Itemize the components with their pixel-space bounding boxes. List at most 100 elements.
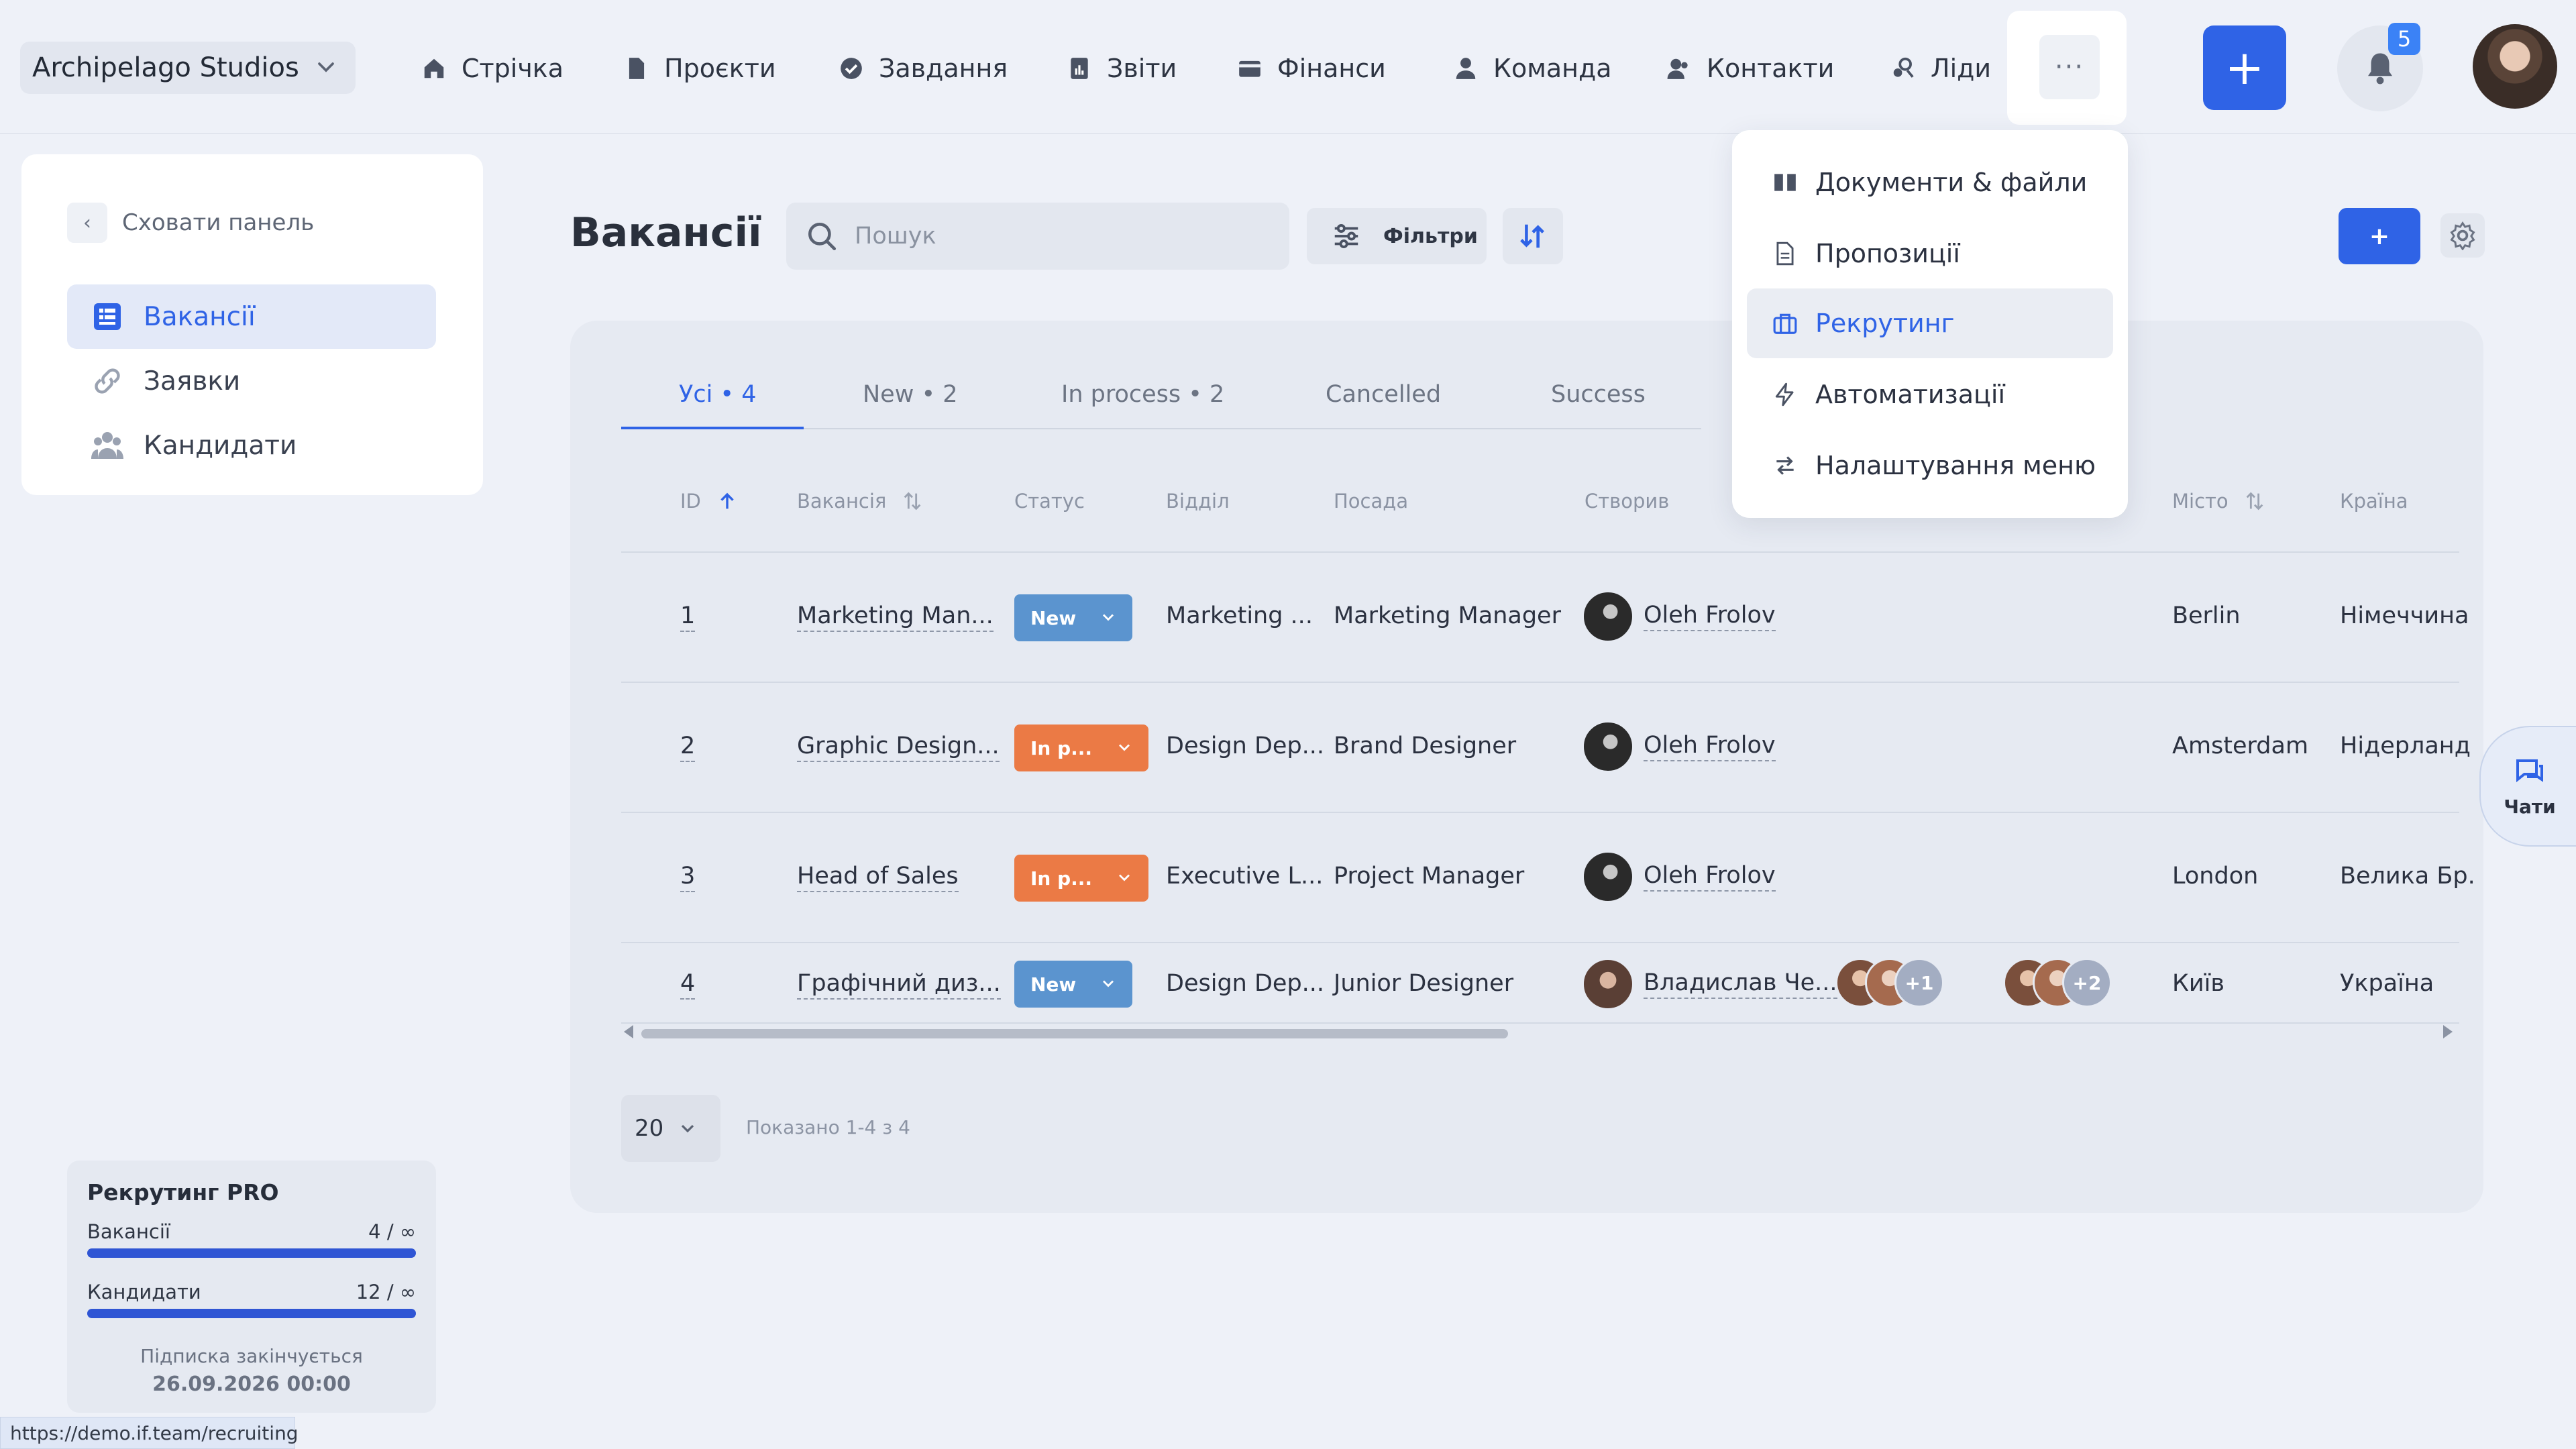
cell-position: Project Manager [1334, 863, 1525, 890]
nav-leads[interactable]: Ліди [1890, 48, 1991, 89]
column-label: Статус [1014, 490, 1085, 513]
cell-vacancy[interactable]: Графічний диз... [797, 970, 1001, 1000]
column-header-city[interactable]: Місто [2172, 490, 2266, 513]
creator-avatar [1582, 851, 1634, 903]
chevron-down-icon [318, 62, 334, 72]
table-divider [621, 551, 2459, 553]
cell-creator[interactable]: Oleh Frolov [1582, 590, 1776, 643]
add-vacancy-button[interactable]: + [2339, 208, 2420, 264]
page-size-value: 20 [635, 1115, 664, 1142]
cell-department: Executive L... [1166, 863, 1324, 890]
status-dropdown[interactable]: In p... [1014, 855, 1148, 902]
menu-item-automations[interactable]: Автоматизації [1747, 360, 2113, 429]
table-settings-button[interactable] [2440, 213, 2485, 258]
tab-new[interactable]: New • 2 [863, 381, 958, 408]
active-tab-indicator [621, 427, 804, 429]
status-dropdown[interactable]: New [1014, 961, 1132, 1008]
home-icon [424, 58, 444, 78]
scroll-right-icon[interactable] [2443, 1025, 2453, 1038]
cell-creator[interactable]: Oleh Frolov [1582, 851, 1776, 903]
menu-item-menu-settings[interactable]: Налаштування меню [1747, 431, 2113, 500]
cell-city: Amsterdam [2172, 733, 2309, 759]
company-switcher[interactable]: Archipelago Studios [20, 42, 356, 94]
tab-in-process[interactable]: In process • 2 [1061, 381, 1224, 408]
column-header-country[interactable]: Країна [2340, 490, 2408, 513]
column-header-department[interactable]: Відділ [1166, 490, 1230, 513]
cell-creator[interactable]: Oleh Frolov [1582, 720, 1776, 773]
gear-icon [2450, 221, 2475, 250]
search-box[interactable] [786, 203, 1289, 270]
scroll-left-icon[interactable] [624, 1025, 633, 1038]
nav-label: Проєкти [664, 54, 776, 83]
chats-button[interactable]: Чати [2479, 726, 2576, 847]
cell-vacancy[interactable]: Marketing Man... [797, 602, 994, 632]
nav-contacts[interactable]: Контакти [1666, 48, 1834, 89]
chevron-down-icon [1103, 980, 1114, 987]
column-label: Країна [2340, 490, 2408, 513]
status-label: New [1030, 606, 1077, 629]
column-header-id[interactable]: ID [680, 490, 739, 513]
search-input[interactable] [855, 223, 1257, 250]
nav-finance[interactable]: Фінанси [1237, 48, 1386, 89]
status-dropdown[interactable]: New [1014, 594, 1132, 641]
creator-avatar [1582, 958, 1634, 1010]
tab-all[interactable]: Усі • 4 [679, 381, 756, 408]
nav-projects[interactable]: Проєкти [624, 48, 776, 89]
user-avatar[interactable] [2473, 24, 2557, 109]
plan-row-label: Вакансії [87, 1220, 170, 1243]
cell-creator[interactable]: Владислав Че... [1582, 958, 1837, 1010]
document-icon [1776, 241, 1794, 266]
nav-label: Команда [1493, 54, 1612, 83]
creator-name: Oleh Frolov [1644, 862, 1776, 892]
search-icon [808, 223, 837, 251]
plan-progress-bar [87, 1309, 416, 1318]
menu-item-recruiting[interactable]: Рекрутинг [1747, 288, 2113, 358]
nav-team[interactable]: Команда [1453, 48, 1612, 89]
sort-button[interactable] [1503, 208, 1563, 264]
more-dropdown-menu: Документи & файли Пропозиції Рекрутинг А… [1732, 130, 2128, 518]
nav-tasks[interactable]: Завдання [839, 48, 1008, 89]
column-header-vacancy[interactable]: Вакансія [797, 490, 924, 513]
sidebar-item-candidates[interactable]: Кандидати [67, 413, 436, 478]
assignees-stack[interactable]: +1 [1835, 958, 1944, 1008]
plan-row-value: 12 / ∞ [356, 1281, 416, 1303]
page-size-select[interactable]: 20 [621, 1095, 720, 1162]
sidebar-item-applications[interactable]: Заявки [67, 349, 436, 413]
nav-feed[interactable]: Стрічка [421, 48, 564, 89]
column-label: Місто [2172, 490, 2229, 513]
participants-stack[interactable]: +2 [2003, 958, 2112, 1008]
chevron-down-icon [682, 1124, 694, 1133]
creator-avatar [1582, 720, 1634, 773]
hide-panel-button[interactable]: ‹ Сховати панель [67, 203, 314, 243]
nav-reports[interactable]: Звіти [1067, 48, 1177, 89]
leads-icon [1893, 57, 1914, 78]
status-label: In p... [1030, 867, 1093, 890]
column-label: Створив [1585, 490, 1670, 513]
cell-id[interactable]: 1 [680, 602, 696, 632]
menu-item-proposals[interactable]: Пропозиції [1747, 219, 2113, 288]
column-label: Відділ [1166, 490, 1230, 513]
cell-city: Berlin [2172, 602, 2241, 629]
scrollbar-thumb[interactable] [641, 1029, 1508, 1038]
more-menu-button[interactable]: ··· [2039, 35, 2100, 99]
cell-vacancy[interactable]: Head of Sales [797, 863, 959, 892]
cell-id[interactable]: 3 [680, 863, 696, 892]
user-icon [1456, 58, 1476, 79]
menu-item-documents[interactable]: Документи & файли [1747, 148, 2113, 217]
cell-id[interactable]: 2 [680, 733, 696, 762]
global-add-button[interactable]: + [2203, 25, 2286, 110]
cell-country: Велика Бр. [2340, 863, 2475, 890]
chats-label: Чати [2504, 795, 2556, 818]
column-header-creator[interactable]: Створив [1585, 490, 1669, 513]
cell-vacancy[interactable]: Graphic Design... [797, 733, 1000, 762]
cell-id[interactable]: 4 [680, 970, 696, 1000]
status-dropdown[interactable]: In p... [1014, 724, 1148, 771]
sort-icon [1520, 224, 1544, 248]
tab-cancelled[interactable]: Cancelled [1326, 381, 1441, 408]
column-header-status[interactable]: Статус [1014, 490, 1085, 513]
filters-button[interactable]: Фільтри [1307, 208, 1487, 264]
sidebar-item-vacancies[interactable]: Вакансії [67, 284, 436, 349]
column-header-position[interactable]: Посада [1334, 490, 1408, 513]
tab-success[interactable]: Success [1551, 381, 1646, 408]
menu-item-label: Документи & файли [1815, 168, 2088, 197]
